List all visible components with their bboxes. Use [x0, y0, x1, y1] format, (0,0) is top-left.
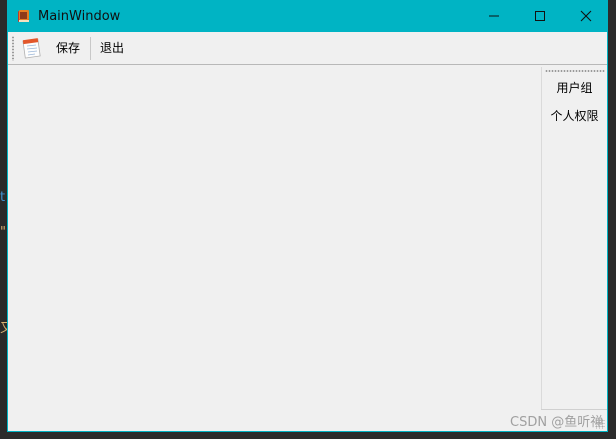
- central-widget: [8, 65, 539, 431]
- maximize-button[interactable]: [517, 1, 563, 32]
- window-title: MainWindow: [38, 9, 121, 24]
- minimize-button[interactable]: [471, 1, 517, 32]
- right-dock-toolbar: 用户组 个人权限: [541, 67, 607, 409]
- main-toolbar: 保存 退出: [8, 32, 607, 65]
- toolbar-grip[interactable]: [12, 36, 14, 61]
- user-group-button[interactable]: 用户组: [542, 80, 607, 96]
- maximize-icon: [534, 7, 546, 26]
- book-icon: [16, 8, 32, 24]
- minimize-icon: [488, 7, 500, 26]
- resize-grip[interactable]: [595, 419, 605, 429]
- dock-grip[interactable]: [545, 70, 605, 72]
- toolbar-separator: [90, 37, 91, 60]
- personal-permissions-button[interactable]: 个人权限: [542, 108, 607, 124]
- notepad-icon: [20, 38, 44, 64]
- notepad-toolbar-button[interactable]: [20, 36, 44, 60]
- watermark-text: CSDN @鱼听禅: [510, 415, 604, 430]
- close-icon: [580, 7, 592, 26]
- dock-divider: [541, 409, 607, 410]
- background-editor-fragment: t: [0, 190, 6, 205]
- background-bottom: [0, 432, 616, 439]
- save-button[interactable]: 保存: [56, 40, 80, 56]
- background-editor-fragment: ": [0, 225, 6, 240]
- title-bar[interactable]: MainWindow: [8, 1, 607, 32]
- exit-button[interactable]: 退出: [100, 40, 124, 56]
- main-window: MainWindow 保存 退出 用户组 个人权限 CSDN @鱼听禅: [7, 0, 608, 432]
- close-button[interactable]: [563, 1, 609, 32]
